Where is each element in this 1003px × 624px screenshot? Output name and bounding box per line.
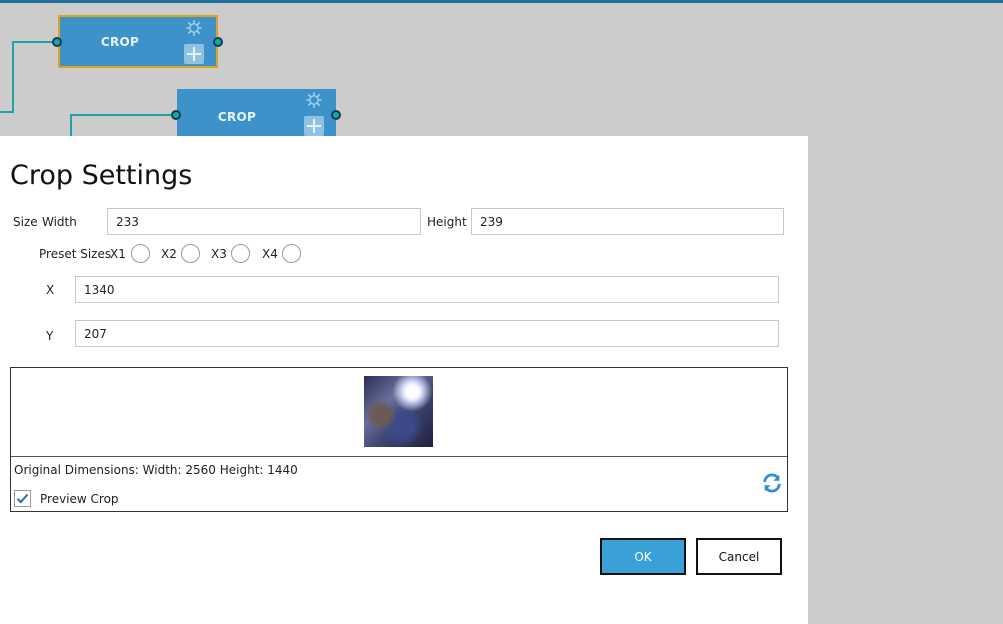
preview-crop-checkbox[interactable] — [14, 490, 31, 507]
preset-x3-radio[interactable] — [231, 244, 250, 263]
output-port[interactable] — [213, 37, 223, 47]
size-label: Size — [13, 215, 38, 229]
preset-x2-radio[interactable] — [181, 244, 200, 263]
y-label: Y — [46, 329, 54, 343]
preset-x4-label: X4 — [262, 247, 278, 261]
connection-wire — [12, 41, 56, 43]
crop-preview-image — [364, 376, 433, 447]
divider — [11, 456, 787, 457]
preset-sizes-label: Preset Sizes — [39, 247, 112, 261]
width-input[interactable] — [107, 208, 421, 235]
width-label: Width — [42, 215, 77, 229]
preset-x1-radio[interactable] — [131, 244, 150, 263]
checkmark-icon — [16, 493, 29, 504]
connection-wire — [12, 42, 14, 112]
connection-wire — [70, 114, 174, 116]
gear-icon[interactable] — [306, 92, 322, 108]
node-label: CROP — [100, 34, 140, 49]
input-port[interactable] — [171, 110, 181, 120]
y-input[interactable] — [75, 320, 779, 347]
node-graph-canvas[interactable]: CROP CROP — [0, 0, 1003, 144]
output-port[interactable] — [331, 110, 341, 120]
connection-wire — [0, 111, 14, 113]
preview-crop-label: Preview Crop — [40, 492, 119, 506]
cancel-button[interactable]: Cancel — [696, 538, 782, 575]
crop-node-selected[interactable]: CROP — [58, 15, 218, 68]
refresh-icon[interactable] — [761, 472, 783, 494]
preset-x2-label: X2 — [161, 247, 177, 261]
preset-x3-label: X3 — [211, 247, 227, 261]
plus-icon[interactable] — [304, 116, 324, 136]
crop-preview-panel: Original Dimensions: Width: 2560 Height:… — [10, 367, 788, 512]
connection-wire — [70, 115, 72, 136]
height-label: Height — [427, 215, 467, 229]
crop-settings-dialog: Crop Settings Size Width Height Preset S… — [0, 136, 808, 624]
plus-icon[interactable] — [184, 44, 204, 64]
gear-icon[interactable] — [186, 20, 202, 36]
x-label: X — [46, 283, 55, 297]
height-input[interactable] — [471, 208, 784, 235]
dialog-title: Crop Settings — [10, 160, 193, 191]
ok-button[interactable]: OK — [600, 538, 686, 575]
preset-x4-radio[interactable] — [282, 244, 301, 263]
original-dimensions-text: Original Dimensions: Width: 2560 Height:… — [14, 463, 298, 477]
preset-x1-label: X1 — [110, 247, 126, 261]
x-input[interactable] — [75, 276, 779, 303]
input-port[interactable] — [52, 37, 62, 47]
